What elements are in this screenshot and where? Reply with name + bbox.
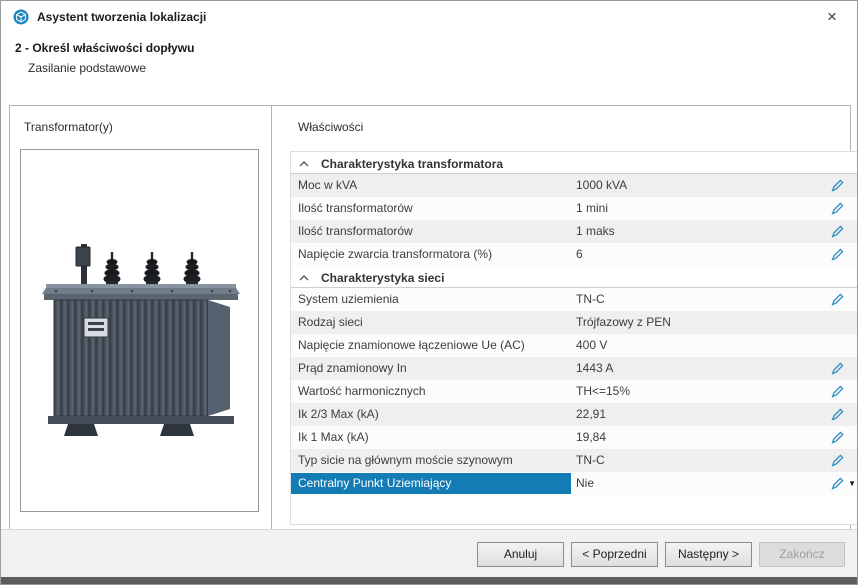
edit-pencil-icon[interactable] (831, 202, 844, 215)
transformer-image-box (20, 149, 259, 512)
property-label: Prąd znamionowy In (298, 357, 566, 380)
property-value: TN-C (576, 449, 605, 472)
transformer-panel-title: Transformator(y) (24, 120, 113, 134)
property-label: Ilość transformatorów (298, 197, 566, 220)
section-label: Charakterystyka transformatora (321, 157, 503, 171)
step-title: 2 - Określ właściwości dopływu (15, 41, 194, 55)
property-label: Napięcie zwarcia transformatora (%) (298, 243, 566, 266)
property-label: Ik 2/3 Max (kA) (298, 403, 566, 426)
property-row[interactable]: Prąd znamionowy In 1443 A (291, 357, 857, 380)
edit-pencil-icon[interactable] (831, 225, 844, 238)
property-row[interactable]: Napięcie znamionowe łączeniowe Ue (AC) 4… (291, 334, 857, 357)
section-label: Charakterystyka sieci (321, 271, 444, 285)
title-bar: Asystent tworzenia lokalizacji × (1, 1, 857, 33)
property-value: 1 maks (576, 220, 615, 243)
property-row[interactable]: Moc w kVA 1000 kVA (291, 174, 857, 197)
property-label: Napięcie znamionowe łączeniowe Ue (AC) (298, 334, 566, 357)
property-value: 1443 A (576, 357, 613, 380)
property-value: Nie (576, 472, 594, 495)
content-area: Transformator(y) (9, 105, 851, 530)
property-label: Wartość harmonicznych (298, 380, 566, 403)
property-value: 400 V (576, 334, 607, 357)
property-label: Centralny Punkt Uziemiający (291, 473, 571, 494)
edit-pencil-icon[interactable] (831, 362, 844, 375)
property-label: Rodzaj sieci (298, 311, 566, 334)
property-value: TH<=15% (576, 380, 630, 403)
property-row[interactable]: Napięcie zwarcia transformatora (%) 6 (291, 243, 857, 266)
property-label: Moc w kVA (298, 174, 566, 197)
property-label: Ik 1 Max (kA) (298, 426, 566, 449)
properties-panel: Właściwości Charakterystyka transformato… (272, 106, 850, 529)
property-value: 19,84 (576, 426, 606, 449)
property-label: Ilość transformatorów (298, 220, 566, 243)
edit-pencil-icon[interactable] (831, 431, 844, 444)
previous-button[interactable]: < Poprzedni (571, 542, 658, 567)
property-label: Typ sicie na głównym moście szynowym (298, 449, 566, 472)
finish-button: Zakończ (759, 542, 845, 567)
edit-pencil-icon[interactable] (831, 248, 844, 261)
edit-pencil-icon[interactable] (831, 293, 844, 306)
property-row[interactable]: Centralny Punkt Uziemiający Nie ▼ (291, 472, 857, 495)
close-icon[interactable]: × (821, 6, 843, 28)
edit-pencil-icon[interactable] (831, 408, 844, 421)
next-button[interactable]: Następny > (665, 542, 752, 567)
window-title: Asystent tworzenia lokalizacji (37, 10, 206, 24)
property-value: TN-C (576, 288, 605, 311)
property-value: 6 (576, 243, 583, 266)
transformer-panel: Transformator(y) (10, 106, 272, 529)
app-logo-icon (13, 9, 29, 25)
cancel-button[interactable]: Anuluj (477, 542, 564, 567)
property-row[interactable]: Ilość transformatorów 1 maks (291, 220, 857, 243)
collapse-chevron-icon[interactable] (299, 152, 309, 174)
section-header[interactable]: Charakterystyka transformatora (291, 152, 857, 174)
property-row[interactable]: Rodzaj sieci Trójfazowy z PEN (291, 311, 857, 334)
collapse-chevron-icon[interactable] (299, 266, 309, 288)
property-label: System uziemienia (298, 288, 566, 311)
property-value: 1000 kVA (576, 174, 627, 197)
property-value: 22,91 (576, 403, 606, 426)
property-value: Trójfazowy z PEN (576, 311, 671, 334)
window-bottom-edge (1, 577, 857, 584)
edit-pencil-icon[interactable] (831, 385, 844, 398)
edit-pencil-icon[interactable] (831, 477, 844, 490)
step-subtitle: Zasilanie podstawowe (28, 61, 146, 75)
transformer-image (32, 244, 247, 439)
dropdown-arrow-icon[interactable]: ▼ (848, 479, 856, 488)
section-header[interactable]: Charakterystyka sieci (291, 266, 857, 288)
footer-bar: Anuluj < Poprzedni Następny > Zakończ (1, 529, 857, 579)
property-row[interactable]: Ilość transformatorów 1 mini (291, 197, 857, 220)
property-row[interactable]: Wartość harmonicznych TH<=15% (291, 380, 857, 403)
property-row[interactable]: Ik 2/3 Max (kA) 22,91 (291, 403, 857, 426)
edit-pencil-icon[interactable] (831, 179, 844, 192)
property-value: 1 mini (576, 197, 608, 220)
property-row[interactable]: Typ sicie na głównym moście szynowym TN-… (291, 449, 857, 472)
wizard-dialog: Asystent tworzenia lokalizacji × 2 - Okr… (0, 0, 858, 585)
properties-panel-title: Właściwości (298, 120, 363, 134)
edit-pencil-icon[interactable] (831, 454, 844, 467)
property-row[interactable]: System uziemienia TN-C (291, 288, 857, 311)
property-row[interactable]: Ik 1 Max (kA) 19,84 (291, 426, 857, 449)
properties-list: Charakterystyka transformatora Moc w kVA… (290, 151, 858, 525)
